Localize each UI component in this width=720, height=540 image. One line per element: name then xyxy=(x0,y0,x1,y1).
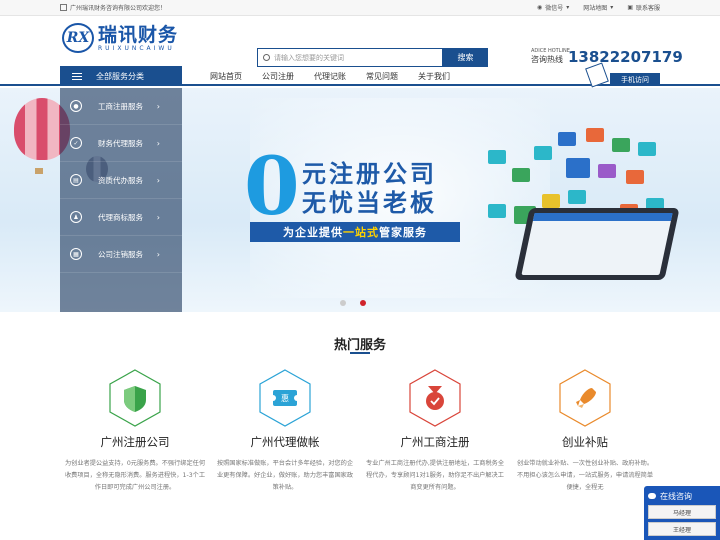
consult-manager-ma[interactable]: 马经理 xyxy=(648,505,716,519)
sitemap-link[interactable]: 网站地图 ▾ xyxy=(583,3,613,12)
person-icon: ♟ xyxy=(70,211,82,223)
app-tile-icon xyxy=(566,158,590,178)
service-card-subsidy[interactable]: 创业补贴 创业带动就业补贴、一次性创业补贴、政府补助。不用担心该怎么申请，一站式… xyxy=(510,368,660,494)
header: RX 瑞讯财务 RUIXUNCAIWU 请输入您想要的关键词 搜索 ADICE … xyxy=(0,16,720,67)
title-underline xyxy=(350,352,370,354)
app-tile-icon xyxy=(512,168,530,182)
hotline: ADICE HOTLINE 咨询热线 13822207179 xyxy=(531,48,683,66)
service-card-bookkeeping[interactable]: 惠 广州代理做帐 按照国家标准做账，平台会计多年经验，对您的企业更有保障。好企业… xyxy=(210,368,360,494)
slide-dot[interactable] xyxy=(340,300,346,306)
check-icon: ✓ xyxy=(70,137,82,149)
online-consult-widget: 在线咨询 马经理 王经理 xyxy=(644,486,720,540)
shield-icon xyxy=(108,368,162,428)
app-tile-icon xyxy=(638,142,656,156)
nav-item-about[interactable]: 关于我们 xyxy=(418,71,450,82)
hotline-number: 13822207179 xyxy=(568,48,683,66)
medal-icon xyxy=(408,368,462,428)
contact-service-link[interactable]: ▣ 联系客服 xyxy=(627,3,660,12)
banner-line-2: 无忧当老板 xyxy=(302,189,437,217)
home-icon xyxy=(60,4,67,11)
sidebar-item-financial-agency[interactable]: ✓ 财务代理服务 › xyxy=(60,125,182,162)
sidebar-item-qualification[interactable]: ▤ 资质代办服务 › xyxy=(60,162,182,199)
service-card-business-registration[interactable]: 广州工商注册 专业广州工商注册代办,提供注册地址，工商税务全程代办，专享顾问1对… xyxy=(360,368,510,494)
service-desc: 为创业者提公益支持，0元服务费。不强行绑定任何收费项目，全称无隐形消费。服务进程… xyxy=(64,460,206,491)
chat-bubble-icon xyxy=(648,493,656,499)
app-tile-icon xyxy=(542,194,560,208)
document-icon: ▤ xyxy=(70,174,82,186)
category-menu: ● 工商注册服务 › ✓ 财务代理服务 › ▤ 资质代办服务 › ♟ 代理商标服… xyxy=(60,88,182,312)
top-bar: 广州瑞讯财务咨询有限公司欢迎您！ ◉ 微信号 ▾ 网站地图 ▾ ▣ 联系客服 xyxy=(0,0,720,16)
main-nav: 全部服务分类 网站首页 公司注册 代理记账 常见问题 关于我们 手机访问 xyxy=(0,62,720,88)
chevron-right-icon: › xyxy=(156,249,160,259)
app-tile-icon xyxy=(488,204,506,218)
ticket-icon: 惠 xyxy=(258,368,312,428)
chevron-down-icon: ▾ xyxy=(566,4,570,11)
app-tile-icon xyxy=(586,128,604,142)
wechat-icon: ◉ xyxy=(537,4,543,11)
top-links: ◉ 微信号 ▾ 网站地图 ▾ ▣ 联系客服 xyxy=(537,3,660,12)
nav-item-home[interactable]: 网站首页 xyxy=(210,71,242,82)
consult-manager-wang[interactable]: 王经理 xyxy=(648,522,716,536)
tablet-illustration xyxy=(514,208,680,280)
rocket-icon xyxy=(558,368,612,428)
section-title: 热门服务 xyxy=(333,338,386,353)
service-name: 广州注册公司 xyxy=(100,435,170,449)
nav-item-bookkeeping[interactable]: 代理记账 xyxy=(314,71,346,82)
nav-item-faq[interactable]: 常见问题 xyxy=(366,71,398,82)
consult-header[interactable]: 在线咨询 xyxy=(648,490,716,502)
banner-zero: 0 xyxy=(244,139,300,233)
app-tile-icon xyxy=(626,170,644,184)
printer-icon: ▣ xyxy=(627,4,633,11)
logo-subtext: RUIXUNCAIWU xyxy=(98,44,175,52)
nav-item-register[interactable]: 公司注册 xyxy=(262,71,294,82)
search-icon xyxy=(263,54,270,61)
sidebar-item-business-registration[interactable]: ● 工商注册服务 › xyxy=(60,88,182,125)
balloon-basket xyxy=(35,168,43,174)
service-desc: 按照国家标准做账，平台会计多年经验，对您的企业更有保障。好企业，做好账，助力您丰… xyxy=(216,460,354,491)
welcome-text: 广州瑞讯财务咨询有限公司欢迎您！ xyxy=(70,5,167,12)
search-button[interactable]: 搜索 xyxy=(443,48,488,67)
svg-text:惠: 惠 xyxy=(281,393,289,403)
menu-icon xyxy=(72,72,82,80)
app-tile-icon xyxy=(612,138,630,152)
chevron-right-icon: › xyxy=(156,175,160,185)
chevron-right-icon: › xyxy=(156,101,160,111)
logo-text: 瑞讯财务 xyxy=(98,23,179,46)
sidebar-item-trademark[interactable]: ♟ 代理商标服务 › xyxy=(60,199,182,236)
app-tile-icon xyxy=(488,150,506,164)
welcome-message: 广州瑞讯财务咨询有限公司欢迎您！ xyxy=(60,3,166,12)
chevron-right-icon: › xyxy=(156,212,160,222)
user-icon: ● xyxy=(70,100,82,112)
service-desc: 创业带动就业补贴、一次性创业补贴、政府补助。不用担心该怎么申请，一站式服务，申请… xyxy=(516,460,654,491)
app-tile-icon xyxy=(558,132,576,146)
phone-icon xyxy=(585,62,609,88)
mobile-access-button[interactable]: 手机访问 xyxy=(610,73,660,86)
sidebar-item-deregistration[interactable]: ▦ 公司注销服务 › xyxy=(60,236,182,273)
slide-indicators xyxy=(340,300,366,306)
logo[interactable]: RX 瑞讯财务 RUIXUNCAIWU xyxy=(62,23,178,53)
app-tile-icon xyxy=(598,164,616,178)
search-bar: 请输入您想要的关键词 搜索 xyxy=(257,48,488,67)
search-input[interactable]: 请输入您想要的关键词 xyxy=(257,48,443,67)
chevron-down-icon: ▾ xyxy=(610,4,614,11)
logo-mark: RX xyxy=(62,23,94,53)
banner-ribbon: 为企业提供 一站式 管家服务 xyxy=(250,222,460,242)
hotline-label: 咨询热线 xyxy=(531,55,563,64)
chevron-right-icon: › xyxy=(156,138,160,148)
app-tile-icon xyxy=(534,146,552,160)
service-name: 广州工商注册 xyxy=(400,435,470,449)
service-desc: 专业广州工商注册代办,提供注册地址，工商税务全程代办，专享顾问1对1服务，助你足… xyxy=(365,460,505,491)
app-tile-icon xyxy=(568,190,586,204)
wechat-link[interactable]: ◉ 微信号 ▾ xyxy=(537,3,569,12)
service-name: 创业补贴 xyxy=(562,435,608,449)
service-name: 广州代理做帐 xyxy=(250,435,320,449)
slide-dot[interactable] xyxy=(360,300,366,306)
grid-icon: ▦ xyxy=(70,248,82,260)
nav-items: 网站首页 公司注册 代理记账 常见问题 关于我们 xyxy=(210,71,450,82)
all-categories-button[interactable]: 全部服务分类 xyxy=(60,66,182,86)
service-card-register[interactable]: 广州注册公司 为创业者提公益支持，0元服务费。不强行绑定任何收费项目，全称无隐形… xyxy=(60,368,210,494)
